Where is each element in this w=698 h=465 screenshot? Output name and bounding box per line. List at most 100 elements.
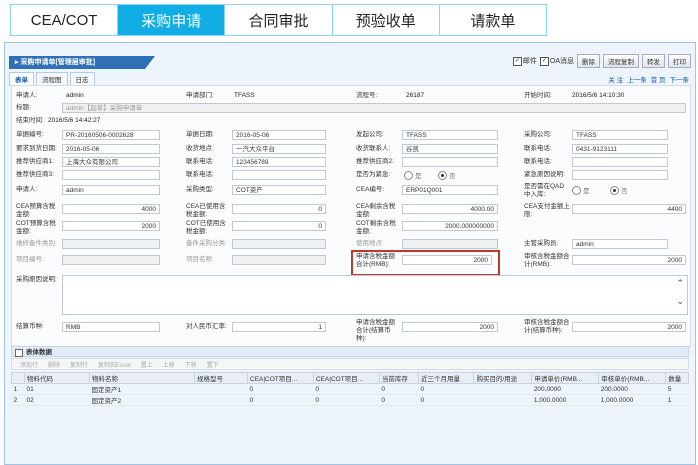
tab-cea-cot[interactable]: CEA/COT — [11, 5, 119, 35]
project-no-field[interactable] — [62, 255, 160, 265]
first-link[interactable]: 首 页 — [651, 74, 666, 84]
applicant2-label: 申请人: — [16, 186, 38, 193]
copy-row-button[interactable]: 复制行 — [70, 360, 88, 369]
doc-no-field[interactable]: PR-20160506-0002628 — [62, 130, 160, 140]
column-header[interactable]: CEA|COT项目... — [312, 372, 380, 384]
qad-no-radio[interactable]: 否 — [610, 185, 628, 195]
move-bottom-button[interactable]: 置下 — [207, 360, 219, 369]
copy-excel-button[interactable]: 复制到Excel — [98, 360, 131, 369]
tab-log[interactable]: 日志 — [69, 72, 95, 86]
reason-textarea[interactable]: ⌃ ⌄ — [62, 275, 688, 315]
doc-date-field[interactable]: 2016-05-06 — [232, 130, 326, 140]
cot-remain-field[interactable]: 2000.000000000 — [402, 221, 498, 231]
oa-checkbox[interactable]: ✓ OA消息 — [539, 56, 574, 66]
column-header[interactable]: 规格型号 — [194, 372, 248, 384]
delete-button[interactable]: 删除 — [577, 54, 600, 68]
cot-budget-field[interactable]: 2000 — [62, 221, 160, 231]
spare-field[interactable] — [232, 239, 326, 249]
qad-yes-radio[interactable]: 是 — [572, 185, 590, 195]
rate-field[interactable]: 1 — [232, 322, 326, 332]
cea-no-field[interactable]: ERP01Q001 — [402, 185, 498, 195]
audit-total-field[interactable]: 2000 — [572, 255, 686, 265]
title-field[interactable]: admin【起草】采购申请单 — [62, 103, 686, 113]
project-name-field[interactable] — [232, 255, 326, 265]
column-header[interactable]: 物料代码 — [24, 372, 90, 384]
currency-field[interactable]: RMB — [62, 322, 160, 332]
start-time-value: 2016/5/6 14:10:30 — [572, 92, 625, 99]
tab-form[interactable]: 表单 — [9, 72, 34, 86]
tab-payment-request[interactable]: 请款单 — [439, 5, 547, 35]
applicant-label: 申请人: — [16, 92, 38, 99]
top-actions: ✓ 邮件 ✓ OA消息 删除 流程复制 转发 打印 — [512, 54, 691, 68]
supplier3-field[interactable] — [62, 170, 160, 180]
use-field[interactable] — [402, 239, 498, 249]
print-button[interactable]: 打印 — [668, 54, 691, 68]
prev-link[interactable]: 上一条 — [627, 74, 647, 84]
repair-field[interactable] — [62, 239, 160, 249]
urgent-no-radio[interactable]: 否 — [438, 170, 456, 180]
chevron-up-icon[interactable]: ⌃ — [676, 278, 684, 289]
next-link[interactable]: 下一条 — [670, 74, 690, 84]
contact2-field[interactable] — [572, 157, 668, 167]
contact-field[interactable]: 123456789 — [232, 157, 326, 167]
chevron-down-icon[interactable]: ⌄ — [676, 296, 684, 307]
follow-link[interactable]: 关 注 — [608, 74, 623, 84]
supplier1-field[interactable]: 上海大众有限公司 — [62, 157, 160, 167]
column-header[interactable]: 物料名称 — [89, 372, 195, 384]
cea-budget-label: CEA预算含税金额: — [16, 203, 56, 218]
phone-field[interactable]: 0431-9123111 — [572, 144, 668, 154]
company-field[interactable]: TFASS — [402, 130, 498, 140]
applicant-value: admin — [66, 92, 84, 99]
table-row[interactable]: 2 02 固定资产2 0 0 0 0 1,000.0000 1,000.0000… — [11, 394, 689, 406]
copy-flow-button[interactable]: 流程复制 — [603, 54, 639, 68]
table-row[interactable]: 1 01 固定资产1 0 0 0 0 200.0000 200.0000 5 — [11, 383, 689, 395]
move-down-button[interactable]: 下移 — [185, 360, 197, 369]
req-total-field[interactable]: 2000 — [402, 255, 492, 265]
category-tabs: CEA/COT 采购申请 合同审批 预验收单 请款单 — [10, 4, 547, 36]
cea-used-field[interactable]: 0 — [232, 204, 326, 214]
tab-contract-approval[interactable]: 合同审批 — [225, 5, 333, 35]
mail-checkbox[interactable]: ✓ 邮件 — [512, 56, 537, 66]
column-header[interactable]: 当前库存 — [378, 372, 419, 384]
tab-purchase-request[interactable]: 采购申请 — [118, 5, 226, 35]
urgent-desc-field[interactable] — [572, 170, 668, 180]
delete-row-button[interactable]: 删除 — [48, 360, 60, 369]
urgent-yes-radio[interactable]: 是 — [404, 170, 422, 180]
tab-flowchart[interactable]: 流程图 — [36, 72, 68, 86]
tab-pre-acceptance[interactable]: 预验收单 — [332, 5, 440, 35]
table-cell: 0 — [379, 394, 419, 406]
table-cell — [473, 383, 532, 395]
add-row-button[interactable]: 添加行 — [20, 360, 38, 369]
column-header[interactable]: 购买目的/用途 — [473, 372, 533, 384]
purchase-type-field[interactable]: COT资产 — [232, 185, 326, 195]
grid-section-header[interactable]: 表体数据 — [11, 346, 689, 357]
purchase-company-field[interactable]: TFASS — [572, 130, 668, 140]
req-total2-field[interactable]: 2000 — [402, 322, 498, 332]
cot-used-field[interactable]: 0 — [232, 221, 326, 231]
cea-pay-field[interactable]: 4400 — [572, 204, 686, 214]
column-header[interactable]: CEA|COT项目... — [247, 372, 314, 384]
forward-button[interactable]: 转发 — [642, 54, 665, 68]
req-total-label: 申请含税金额合计(RMB): — [356, 253, 395, 268]
receiver-field[interactable]: 谷凯 — [402, 144, 498, 154]
contact3-field[interactable] — [232, 170, 326, 180]
column-header[interactable]: 数量 — [665, 372, 689, 384]
supplier2-field[interactable] — [402, 157, 498, 167]
column-header[interactable]: 审核单价(RMB... — [598, 372, 667, 384]
cea-remain-field[interactable]: 4000.00 — [402, 204, 498, 214]
table-cell: 0 — [247, 394, 314, 406]
table-cell — [194, 383, 248, 395]
cea-budget-field[interactable]: 4000 — [62, 204, 160, 214]
req-date-field[interactable]: 2016-05-06 — [62, 144, 160, 154]
column-header[interactable]: 申请单价(RMB... — [531, 372, 600, 384]
request-form: 申请人: admin 申请部门: TFASS 流程号: 26187 开始时间: … — [11, 85, 691, 347]
move-top-button[interactable]: 置上 — [141, 360, 153, 369]
radio-icon — [572, 185, 581, 195]
recv-addr-field[interactable]: 一汽大众平台 — [232, 144, 326, 154]
audit-total2-field[interactable]: 2000 — [572, 322, 686, 332]
manager-field[interactable]: admin — [572, 239, 668, 249]
column-header[interactable]: 近三个月用量 — [417, 372, 475, 384]
move-up-button[interactable]: 上移 — [163, 360, 175, 369]
applicant2-field[interactable]: admin — [62, 185, 160, 195]
project-name-label: 项目名称: — [186, 256, 214, 263]
